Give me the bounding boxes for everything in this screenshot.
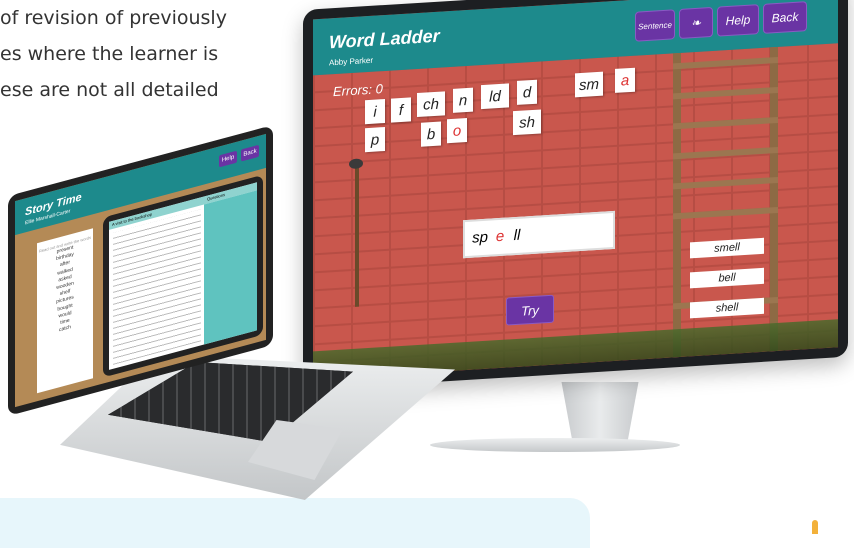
letter-tile[interactable]: i (365, 98, 385, 125)
letter-tile[interactable]: o (447, 117, 467, 144)
sentence-button-label: Sentence (638, 19, 672, 32)
user-name: Abby Parker (329, 55, 374, 68)
bottom-info-panel (0, 498, 590, 548)
bird-perch (355, 166, 359, 307)
help-button[interactable]: Help (717, 4, 759, 37)
laptop-help-button[interactable]: Help (219, 150, 237, 168)
app-title: Word Ladder (329, 25, 440, 53)
letter-tile[interactable]: n (453, 87, 473, 113)
letter-tile[interactable]: ch (417, 91, 445, 118)
corner-ornament-icon (812, 520, 818, 534)
intro-text: of revision of previously es where the l… (0, 0, 300, 108)
letter-tile[interactable]: b (421, 121, 441, 147)
word-ladder-screen: Word Ladder Abby Parker Sentence ❧ Help … (313, 0, 838, 380)
ladder-rung (673, 116, 778, 130)
try-button[interactable]: Try (506, 294, 554, 326)
questions-panel (204, 190, 257, 345)
tablet-screen: A visit to the bookshop Questions (109, 182, 257, 370)
story-text (113, 209, 201, 365)
letter-tile[interactable]: f (391, 97, 411, 123)
intro-line-3: ese are not all detailed (0, 79, 219, 101)
back-button-label: Back (771, 9, 799, 26)
ladder-rung (673, 176, 778, 190)
back-button[interactable]: Back (763, 1, 807, 34)
letter-tile[interactable]: sh (513, 109, 541, 136)
ladder-rung (673, 146, 778, 160)
answer-tile[interactable]: ll (509, 221, 525, 248)
ear-icon: ❧ (690, 15, 702, 31)
intro-line-2: es where the learner is (0, 43, 219, 65)
errors-counter: Errors: 0 (333, 81, 383, 100)
monitor-stand-base (430, 438, 680, 452)
listen-button[interactable]: ❧ (679, 6, 713, 40)
desktop-monitor: Word Ladder Abby Parker Sentence ❧ Help … (303, 0, 848, 390)
answer-tile[interactable]: sp (469, 224, 491, 251)
help-button-label: Help (725, 12, 751, 29)
ladder-rung (673, 56, 778, 70)
ladder-rung (673, 206, 778, 220)
try-button-label: Try (521, 302, 539, 319)
intro-line-1: of revision of previously (0, 7, 227, 29)
monitor-stand-neck (561, 382, 639, 442)
sentence-button[interactable]: Sentence (635, 9, 675, 42)
letter-tile[interactable]: p (365, 126, 385, 153)
spelling-notebook: Read out and write the words present bir… (37, 228, 93, 394)
letter-tile[interactable]: a (615, 67, 635, 93)
laptop-back-button[interactable]: Back (241, 144, 259, 162)
letter-tile[interactable]: d (517, 79, 537, 105)
letter-tile[interactable]: ld (481, 83, 509, 110)
answer-tile-highlighted[interactable]: e (493, 223, 507, 250)
letter-tile[interactable]: sm (575, 71, 603, 98)
ladder-rung (673, 86, 778, 100)
